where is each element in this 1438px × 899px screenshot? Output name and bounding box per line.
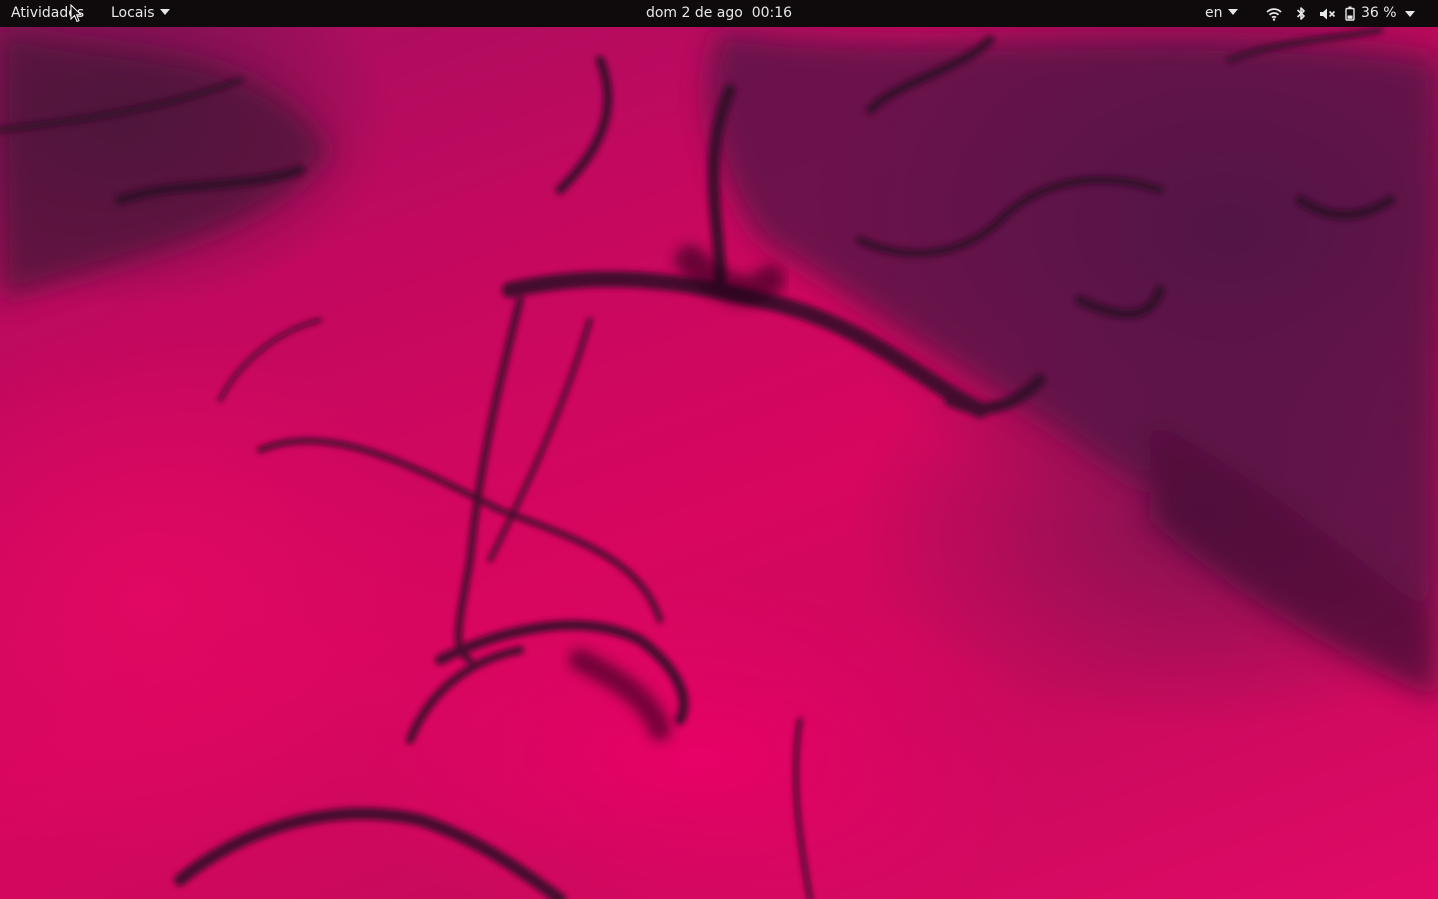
- battery-percentage: 36 %: [1361, 5, 1397, 21]
- chevron-down-icon: [1227, 9, 1238, 15]
- clock-button[interactable]: dom 2 de ago 00:16: [646, 5, 792, 21]
- top-panel: Atividades Locais dom 2 de ago 00:16 en: [0, 0, 1438, 27]
- places-label: Locais: [111, 5, 155, 21]
- system-status-menu-button[interactable]: 36 %: [1262, 0, 1415, 27]
- ink-smoke-pattern: [0, 27, 1438, 899]
- keyboard-layout-label: en: [1205, 5, 1223, 21]
- bluetooth-icon: [1292, 0, 1310, 27]
- mouse-pointer-icon: [70, 3, 83, 27]
- keyboard-layout-button[interactable]: en: [1205, 0, 1238, 27]
- battery-icon: [1342, 0, 1358, 27]
- desktop-wallpaper: [0, 0, 1438, 899]
- volume-muted-icon: [1316, 0, 1338, 27]
- places-menu-button[interactable]: Locais: [111, 0, 170, 27]
- chevron-down-icon: [1404, 10, 1415, 17]
- wifi-icon: [1262, 0, 1286, 27]
- chevron-down-icon: [159, 9, 170, 15]
